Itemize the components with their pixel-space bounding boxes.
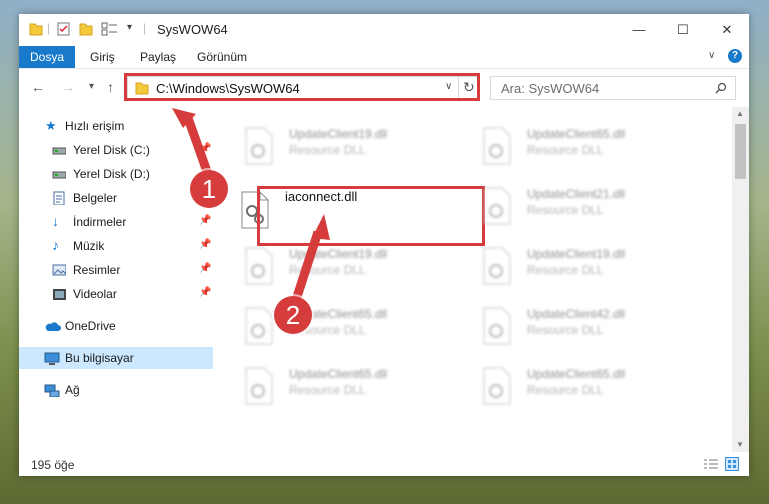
arrow-2-head	[312, 214, 330, 240]
callout-2: 2	[274, 296, 312, 334]
annotation-layer	[172, 108, 330, 302]
arrow-2	[291, 230, 323, 302]
callout-1: 1	[190, 170, 228, 208]
